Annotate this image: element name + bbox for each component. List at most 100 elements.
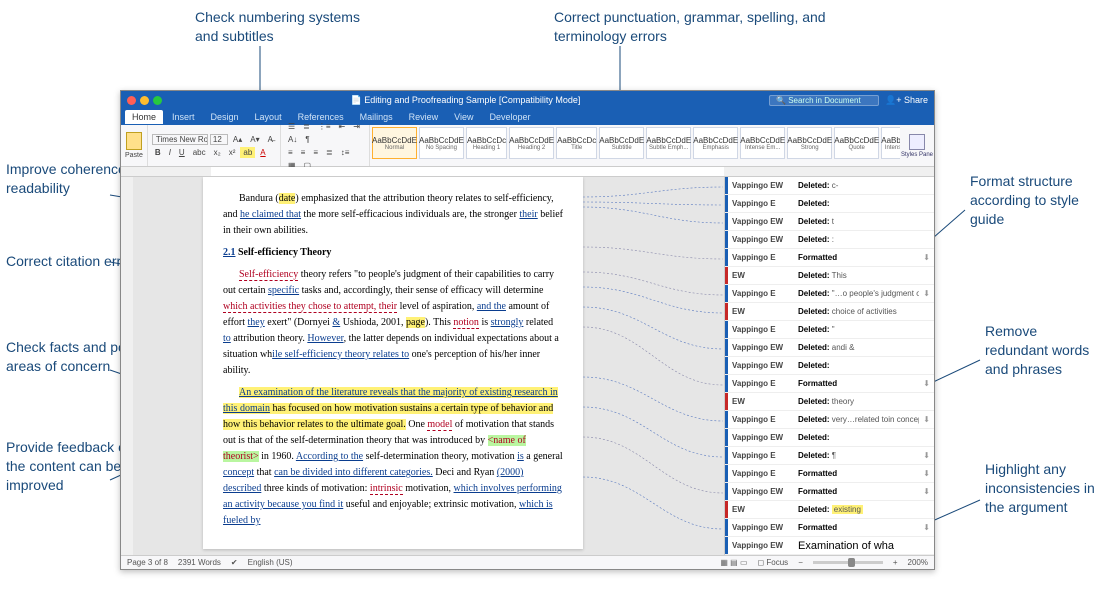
ruler[interactable] <box>121 167 934 177</box>
multilevel-button[interactable]: ⋮≡ <box>315 121 334 132</box>
tab-insert[interactable]: Insert <box>165 110 202 124</box>
view-buttons[interactable]: ▦ ▤ ▭ <box>720 558 747 567</box>
styles-gallery[interactable]: AaBbCcDdENormalAaBbCcDdENo SpacingAaBbCc… <box>370 125 900 166</box>
spellcheck-icon[interactable]: ✔︎ <box>231 558 238 567</box>
italic-button[interactable]: I <box>166 147 174 158</box>
highlight-button[interactable]: ab <box>240 147 255 158</box>
clear-format-button[interactable]: A̶ <box>265 134 276 145</box>
numbering-button[interactable]: ≣ <box>300 121 313 132</box>
heading-2-1[interactable]: 2.1 Self-efficiency Theory <box>223 245 563 261</box>
language-indicator[interactable]: English (US) <box>248 558 293 567</box>
minimize-icon[interactable] <box>140 96 149 105</box>
align-right-button[interactable]: ≡ <box>310 147 321 158</box>
word-count[interactable]: 2391 Words <box>178 558 221 567</box>
zoom-in-button[interactable]: + <box>893 558 898 567</box>
style-emphasis[interactable]: AaBbCcDdEEmphasis <box>693 127 738 159</box>
tab-view[interactable]: View <box>447 110 480 124</box>
style-subtitle[interactable]: AaBbCcDdESubtitle <box>599 127 644 159</box>
revision-item[interactable]: Vappingo EWDeleted: <box>725 357 934 375</box>
style-quote[interactable]: AaBbCcDdEQuote <box>834 127 879 159</box>
revision-item[interactable]: Vappingo EWDeleted: t <box>725 213 934 231</box>
revision-item[interactable]: Vappingo EWFormatted ⬇ <box>725 483 934 501</box>
revision-item[interactable]: EWDeleted: existing <box>725 501 934 519</box>
style-heading-1[interactable]: AaBbCcDcHeading 1 <box>466 127 507 159</box>
tab-layout[interactable]: Layout <box>248 110 289 124</box>
page-area[interactable]: Bandura (date) emphasized that the attri… <box>133 177 724 555</box>
revision-item[interactable]: Vappingo EFormatted ⬇ <box>725 465 934 483</box>
align-left-button[interactable]: ≡ <box>285 147 296 158</box>
revision-item[interactable]: EWDeleted: This <box>725 267 934 285</box>
revision-item[interactable]: Vappingo EWDeleted: c- <box>725 177 934 195</box>
align-center-button[interactable]: ≡ <box>298 147 309 158</box>
tab-home[interactable]: Home <box>125 110 163 124</box>
underline-button[interactable]: U <box>176 147 188 158</box>
revision-item[interactable]: Vappingo EDeleted: very…related toin con… <box>725 411 934 429</box>
revision-item[interactable]: EWDeleted: choice of activities <box>725 303 934 321</box>
paste-label: Paste <box>125 152 143 159</box>
style-intense-quote[interactable]: AaBbCcDdEIntense Quote <box>881 127 900 159</box>
style-strong[interactable]: AaBbCcDdEStrong <box>787 127 832 159</box>
font-size-select[interactable]: 12 <box>210 134 228 145</box>
style-intense-em-[interactable]: AaBbCcDdEIntense Em... <box>740 127 785 159</box>
focus-button[interactable]: ◻ Focus <box>758 558 789 567</box>
para-1[interactable]: Bandura (date) emphasized that the attri… <box>223 191 563 239</box>
revision-item[interactable]: Vappingo EDeleted: "…o people's judgment… <box>725 285 934 303</box>
document-page[interactable]: Bandura (date) emphasized that the attri… <box>203 177 583 549</box>
style-normal[interactable]: AaBbCcDdENormal <box>372 127 417 159</box>
revision-item[interactable]: Vappingo EDeleted: " <box>725 321 934 339</box>
zoom-out-button[interactable]: − <box>798 558 803 567</box>
bullets-button[interactable]: ☰ <box>285 121 298 132</box>
word-window: Editing and Proofreading Sample [Compati… <box>120 90 935 570</box>
revision-item[interactable]: Vappingo EWFormatted ⬇ <box>725 519 934 537</box>
tab-developer[interactable]: Developer <box>483 110 538 124</box>
page-indicator[interactable]: Page 3 of 8 <box>127 558 168 567</box>
para-2[interactable]: Self-efficiency theory refers "to people… <box>223 267 563 379</box>
revision-item[interactable]: Vappingo EFormatted ⬇ <box>725 375 934 393</box>
line-spacing-button[interactable]: ↕≡ <box>338 147 353 158</box>
superscript-button[interactable]: x² <box>226 147 239 158</box>
paste-group[interactable]: Paste <box>121 125 148 166</box>
pilcrow-button[interactable]: ¶ <box>302 134 312 145</box>
para-3[interactable]: An examination of the literature reveals… <box>223 385 563 529</box>
revisions-pane[interactable]: Vappingo EWDeleted: c-Vappingo EDeleted:… <box>724 177 934 555</box>
zoom-level[interactable]: 200% <box>908 558 928 567</box>
revision-item[interactable]: Vappingo EWDeleted: andi & <box>725 339 934 357</box>
revision-item[interactable]: Vappingo EWDeleted: <box>725 429 934 447</box>
strike-button[interactable]: abc <box>190 147 209 158</box>
zoom-icon[interactable] <box>153 96 162 105</box>
close-icon[interactable] <box>127 96 136 105</box>
sort-button[interactable]: A↓ <box>285 134 300 145</box>
revision-item[interactable]: Vappingo EFormatted ⬇ <box>725 249 934 267</box>
shrink-font-button[interactable]: A▾ <box>247 134 262 145</box>
revision-item[interactable]: EWDeleted: theory <box>725 393 934 411</box>
indent-left-button[interactable]: ⇤ <box>336 121 349 132</box>
justify-button[interactable]: ≣ <box>323 147 336 158</box>
tab-design[interactable]: Design <box>204 110 246 124</box>
search-placeholder: Search in Document <box>788 96 860 105</box>
style-no-spacing[interactable]: AaBbCcDdENo Spacing <box>419 127 464 159</box>
window-title: Editing and Proofreading Sample [Compati… <box>162 95 769 106</box>
font-color-button[interactable]: A <box>257 147 268 158</box>
grow-font-button[interactable]: A▴ <box>230 134 245 145</box>
bold-button[interactable]: B <box>152 147 164 158</box>
revision-item[interactable]: Vappingo EDeleted: <box>725 195 934 213</box>
paragraph-group: ☰ ≣ ⋮≡ ⇤ ⇥ A↓ ¶ ≡ ≡ ≡ ≣ ↕≡ ▦ ▢ <box>281 125 370 166</box>
indent-right-button[interactable]: ⇥ <box>350 121 363 132</box>
callout-format: Format structure according to style guid… <box>970 172 1104 229</box>
search-input[interactable]: 🔍 Search in Document <box>769 95 879 106</box>
font-name-select[interactable]: Times New Ro... <box>152 134 208 145</box>
callout-inconsistencies: Highlight any inconsistencies in the arg… <box>985 460 1104 517</box>
styles-pane-button[interactable]: Styles Pane <box>900 125 934 166</box>
subscript-button[interactable]: x₂ <box>211 147 224 158</box>
revision-item[interactable]: Vappingo EWDeleted: : <box>725 231 934 249</box>
traffic-lights[interactable] <box>127 96 162 105</box>
tab-review[interactable]: Review <box>402 110 446 124</box>
zoom-slider[interactable] <box>813 561 883 564</box>
share-button[interactable]: 👤+ Share <box>885 95 928 106</box>
style-heading-2[interactable]: AaBbCcDdEHeading 2 <box>509 127 554 159</box>
style-title[interactable]: AaBbCcDcTitle <box>556 127 597 159</box>
revision-item[interactable]: Vappingo EDeleted: ¶⬇ <box>725 447 934 465</box>
style-subtle-emph-[interactable]: AaBbCcDdESubtle Emph... <box>646 127 691 159</box>
callout-numbering: Check numbering systems and subtitles <box>195 8 365 46</box>
revision-item[interactable]: Vappingo EWExamination of wha <box>725 537 934 555</box>
